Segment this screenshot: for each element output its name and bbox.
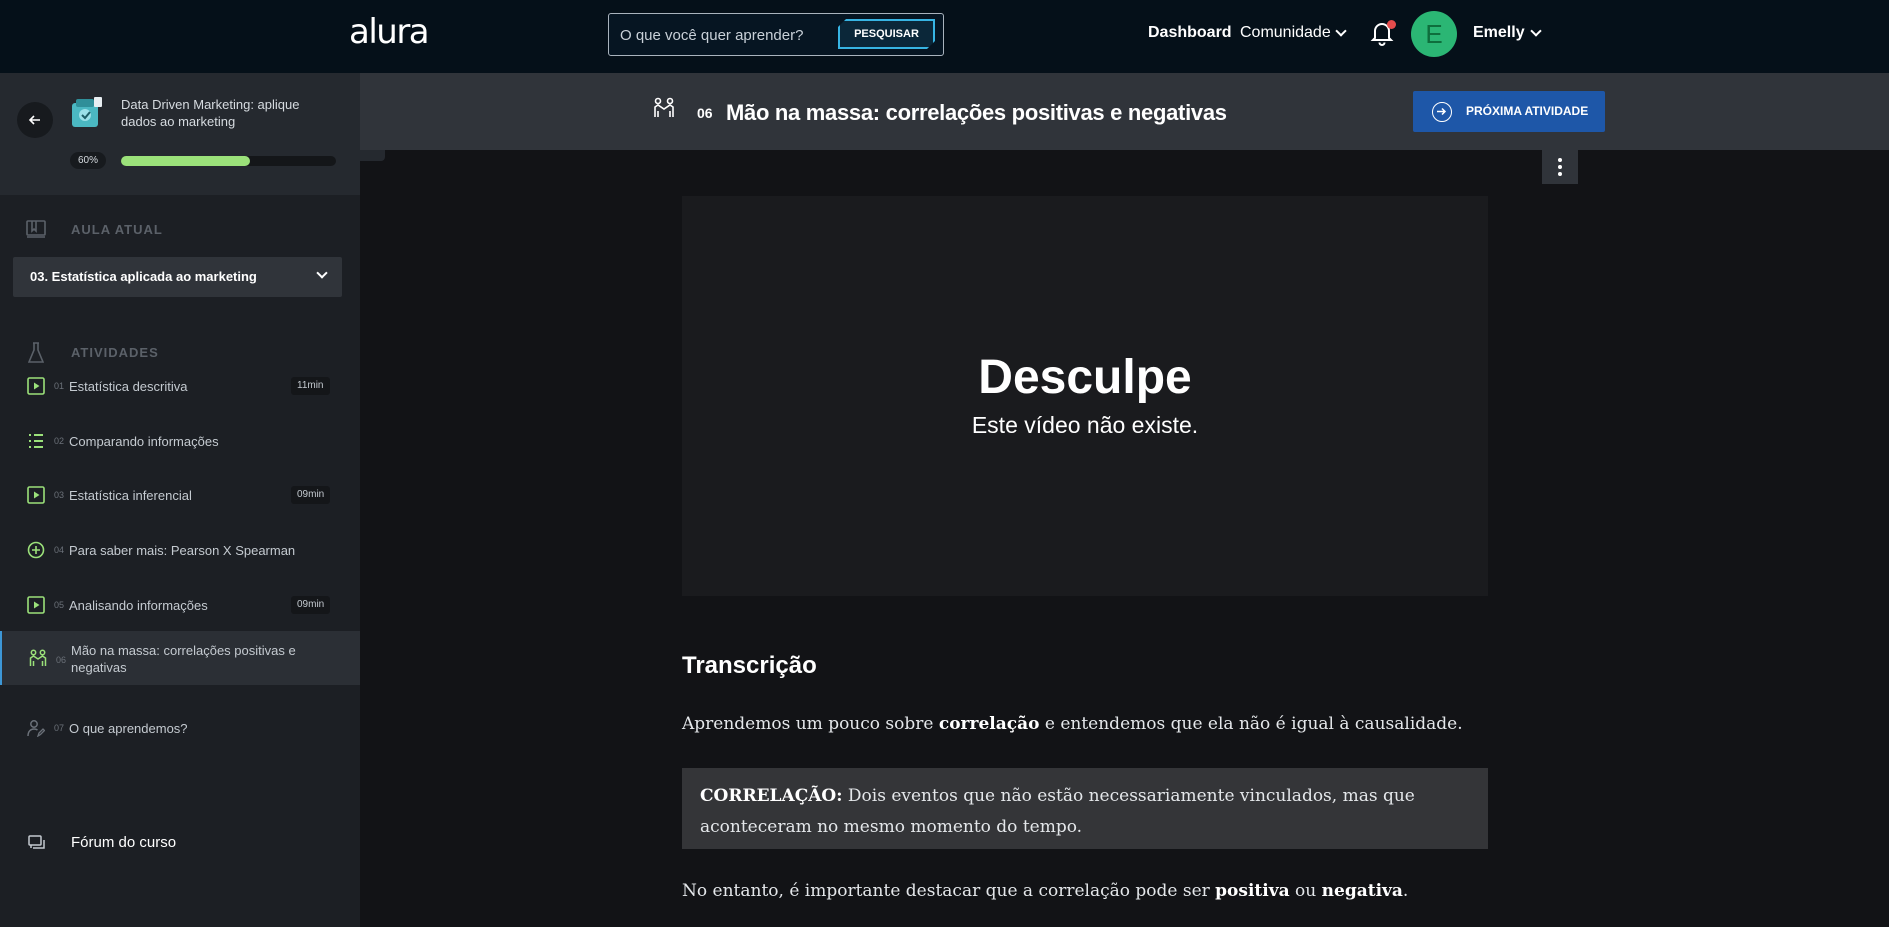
activity-number: 04 <box>54 545 65 555</box>
aula-atual-label: AULA ATUAL <box>71 222 163 237</box>
book-icon <box>26 220 46 238</box>
activity-title: Mão na massa: correlações positivas e ne… <box>726 100 1227 125</box>
sidebar: Data Driven Marketing: aplique dados ao … <box>0 73 360 927</box>
alura-logo[interactable]: alura <box>349 12 430 52</box>
hands-on-icon <box>654 97 674 117</box>
search-input[interactable]: O que você quer aprender? <box>620 27 803 44</box>
forum-label: Fórum do curso <box>71 834 177 851</box>
activity-label: Estatística inferencial <box>69 488 192 503</box>
activity-label: Comparando informações <box>69 434 219 449</box>
search-box[interactable]: O que você quer aprender? PESQUISAR <box>608 13 944 56</box>
chevron-down-icon[interactable] <box>1335 25 1347 37</box>
activity-number: 03 <box>54 490 65 500</box>
arrow-left-icon <box>28 115 40 125</box>
activity-label: Para saber mais: Pearson X Spearman <box>69 543 296 558</box>
progress-bar <box>121 156 336 166</box>
activity-duration: 09min <box>291 596 331 614</box>
activity-number: 06 <box>56 655 67 665</box>
activity-number: 02 <box>54 436 65 446</box>
transcript-heading: Transcrição <box>682 652 817 679</box>
course-icon <box>72 97 102 127</box>
course-header: Data Driven Marketing: aplique dados ao … <box>0 73 360 195</box>
video-icon <box>27 377 45 395</box>
activity-number: 01 <box>54 381 65 391</box>
kebab-dot <box>1558 165 1562 169</box>
user-menu-chevron-icon[interactable] <box>1530 25 1542 37</box>
video-error-subtitle: Este vídeo não existe. <box>971 412 1199 438</box>
search-button[interactable]: PESQUISAR <box>838 19 935 49</box>
hands-on-icon <box>29 649 47 666</box>
activity-label: Mão na massa: correlações positivas e ne… <box>71 643 296 675</box>
sidebar-activity-06[interactable]: 06 Mão na massa: correlações positivas e … <box>0 631 360 685</box>
text: ou <box>1289 881 1322 901</box>
next-activity-button[interactable]: PRÓXIMA ATIVIDADE <box>1413 91 1605 132</box>
nav-comunidade-link[interactable]: Comunidade <box>1240 24 1331 42</box>
avatar[interactable]: E <box>1411 11 1457 57</box>
activity-number: 05 <box>54 600 65 610</box>
activity-duration: 09min <box>291 486 331 504</box>
sidebar-activity-05[interactable]: 05 Analisando informações 09min <box>0 578 360 632</box>
course-title[interactable]: Data Driven Marketing: aplique dados ao … <box>121 96 321 130</box>
transcript-paragraph: Aprendemos um pouco sobre correlação e e… <box>682 714 1463 734</box>
current-lesson-select[interactable]: 03. Estatística aplicada ao marketing <box>13 257 342 297</box>
plus-circle-icon <box>27 541 45 559</box>
progress-bar-fill <box>121 156 250 166</box>
video-error-title: Desculpe <box>978 351 1192 404</box>
forum-link[interactable]: Fórum do curso <box>0 823 360 863</box>
list-icon <box>29 434 43 448</box>
kebab-dot <box>1558 158 1562 162</box>
atividades-label: ATIVIDADES <box>71 345 159 360</box>
back-button[interactable] <box>17 102 53 138</box>
text-bold: negativa <box>1321 881 1403 901</box>
kebab-dot <box>1558 172 1562 176</box>
next-activity-label: PRÓXIMA ATIVIDADE <box>1466 104 1589 118</box>
text: Aprendemos um pouco sobre <box>682 714 939 734</box>
notification-badge <box>1387 20 1396 29</box>
activity-label: Estatística descritiva <box>69 379 188 394</box>
activity-label: Analisando informações <box>69 598 208 613</box>
text: e entendemos que ela não é igual à causa… <box>1039 714 1463 734</box>
activity-duration: 11min <box>291 377 330 395</box>
callout-text: CORRELAÇÃO: Dois eventos que não estão n… <box>700 781 1480 843</box>
definition-callout: CORRELAÇÃO: Dois eventos que não estão n… <box>682 768 1488 849</box>
sidebar-activity-03[interactable]: 03 Estatística inferencial 09min <box>0 468 360 522</box>
user-edit-icon <box>27 720 45 737</box>
activity-number: 06 <box>697 105 713 121</box>
sidebar-activity-04[interactable]: 04 Para saber mais: Pearson X Spearman <box>0 523 360 577</box>
sidebar-activity-07[interactable]: 07 O que aprendemos? <box>0 701 360 755</box>
text: No entanto, é importante destacar que a … <box>682 881 1216 901</box>
chat-icon <box>28 835 45 849</box>
video-icon <box>27 596 45 614</box>
video-icon <box>27 486 45 504</box>
sidebar-activity-01[interactable]: 01 Estatística descritiva 11min <box>0 359 360 413</box>
video-player[interactable]: Desculpe Este vídeo não existe. <box>682 196 1488 596</box>
sidebar-activity-02[interactable]: 02 Comparando informações <box>0 414 360 468</box>
nav-dashboard-link[interactable]: Dashboard <box>1148 24 1232 42</box>
progress-percent: 60% <box>70 152 106 169</box>
callout-term: CORRELAÇÃO: <box>700 786 843 806</box>
user-name[interactable]: Emelly <box>1473 24 1525 42</box>
arrow-right-circle-icon <box>1432 102 1452 122</box>
transcript-paragraph: No entanto, é importante destacar que a … <box>682 881 1408 901</box>
activity-label: O que aprendemos? <box>69 721 188 736</box>
activity-number: 07 <box>54 723 65 733</box>
text-bold: correlação <box>938 714 1040 734</box>
more-options-button[interactable] <box>1542 150 1578 184</box>
text-bold: positiva <box>1215 881 1290 901</box>
chevron-down-icon <box>316 267 328 279</box>
text: . <box>1402 881 1409 901</box>
activity-header: 06 Mão na massa: correlações positivas e… <box>360 73 1889 150</box>
top-navbar: alura O que você quer aprender? PESQUISA… <box>0 0 1889 73</box>
current-lesson-label: 03. Estatística aplicada ao marketing <box>30 269 257 284</box>
